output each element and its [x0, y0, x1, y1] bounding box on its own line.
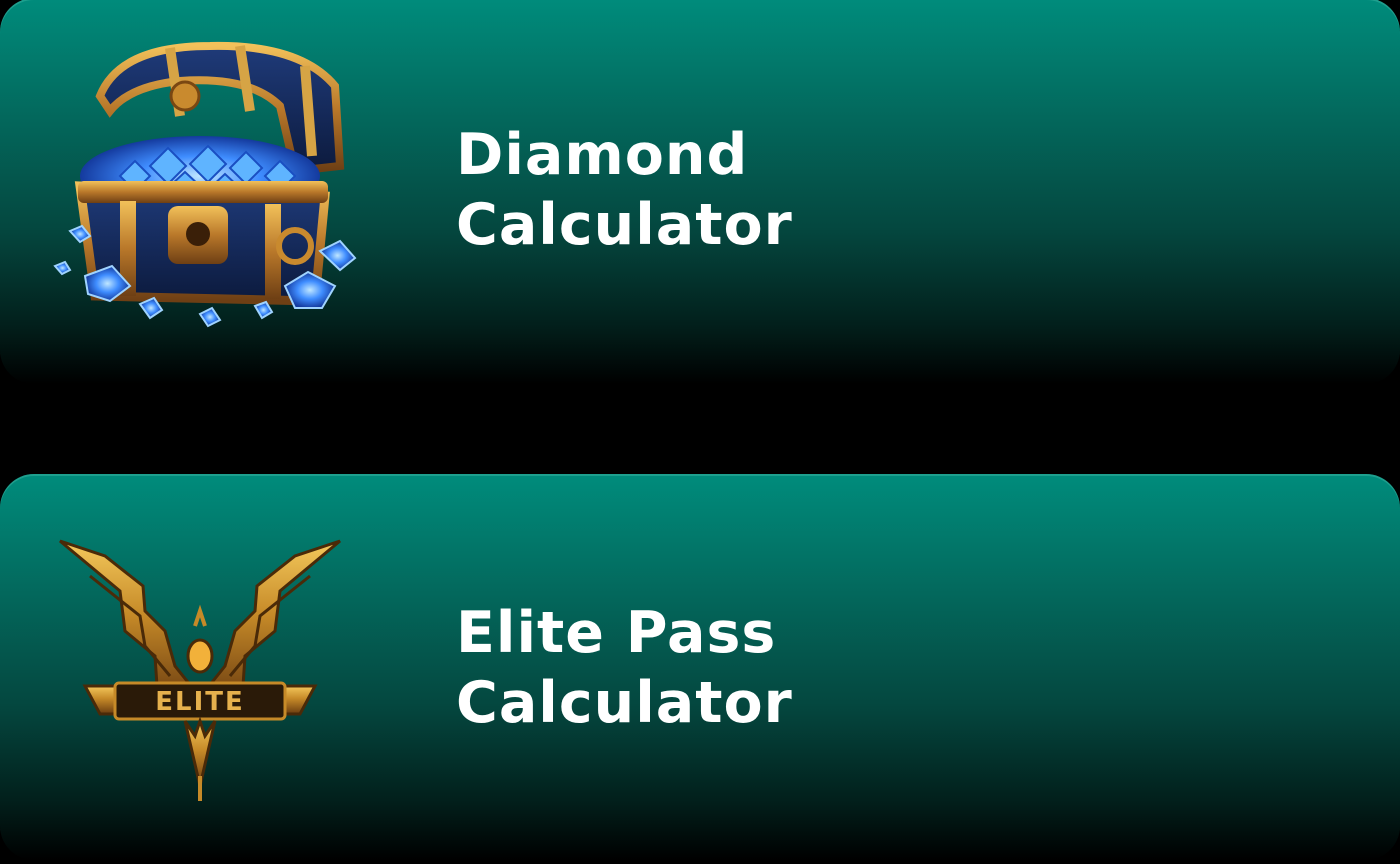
card-title: Elite Pass Calculator — [456, 598, 793, 738]
elite-winged-emblem-icon: ELITE — [45, 536, 355, 846]
treasure-chest-diamonds-icon — [50, 36, 360, 346]
card-title: Diamond Calculator — [456, 120, 793, 260]
card-title-line-2: Calculator — [456, 192, 793, 258]
card-title-line-1: Diamond — [456, 122, 749, 188]
elite-pass-calculator-card[interactable]: ELITE Elite Pass Calculator — [0, 474, 1400, 860]
diamond-calculator-card[interactable]: Diamond Calculator — [0, 0, 1400, 384]
card-title-line-1: Elite Pass — [456, 600, 777, 666]
elite-emblem-text: ELITE — [155, 687, 245, 717]
card-title-line-2: Calculator — [456, 670, 793, 736]
